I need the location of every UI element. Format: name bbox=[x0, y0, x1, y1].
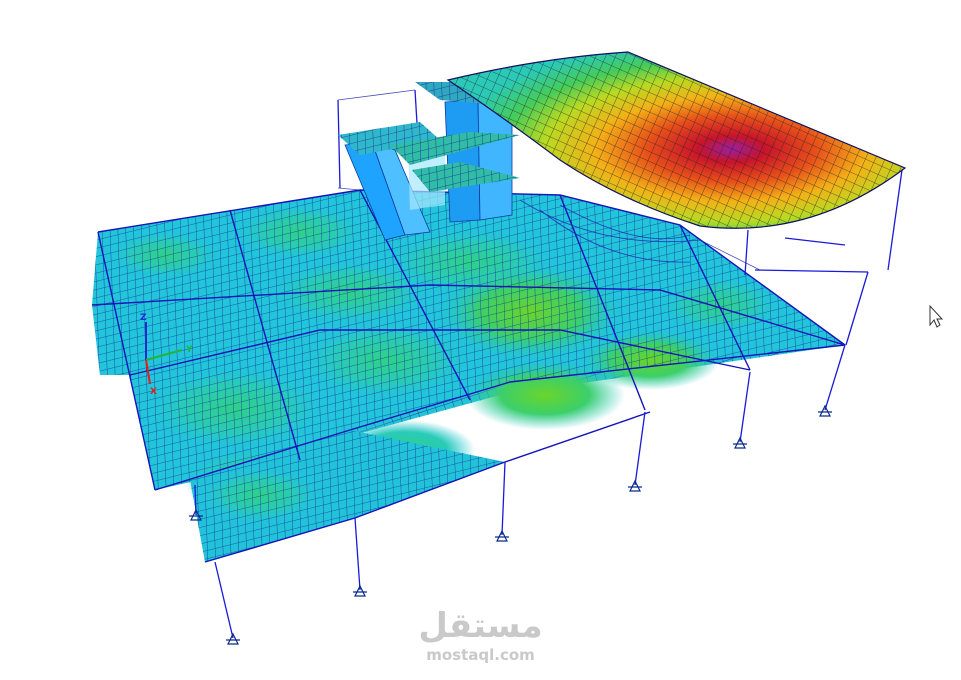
watermark-arabic: مستقل bbox=[418, 606, 543, 646]
model-viewport[interactable]: Y X Z مستقل mostaql.com bbox=[0, 0, 961, 680]
z-axis-label: Z bbox=[140, 313, 147, 323]
watermark-latin: mostaql.com bbox=[426, 646, 535, 664]
structure-3d-view[interactable]: Y X Z bbox=[0, 0, 961, 680]
mouse-pointer-icon bbox=[929, 304, 944, 328]
x-axis-label: X bbox=[150, 387, 157, 397]
y-axis-label: Y bbox=[185, 345, 193, 355]
